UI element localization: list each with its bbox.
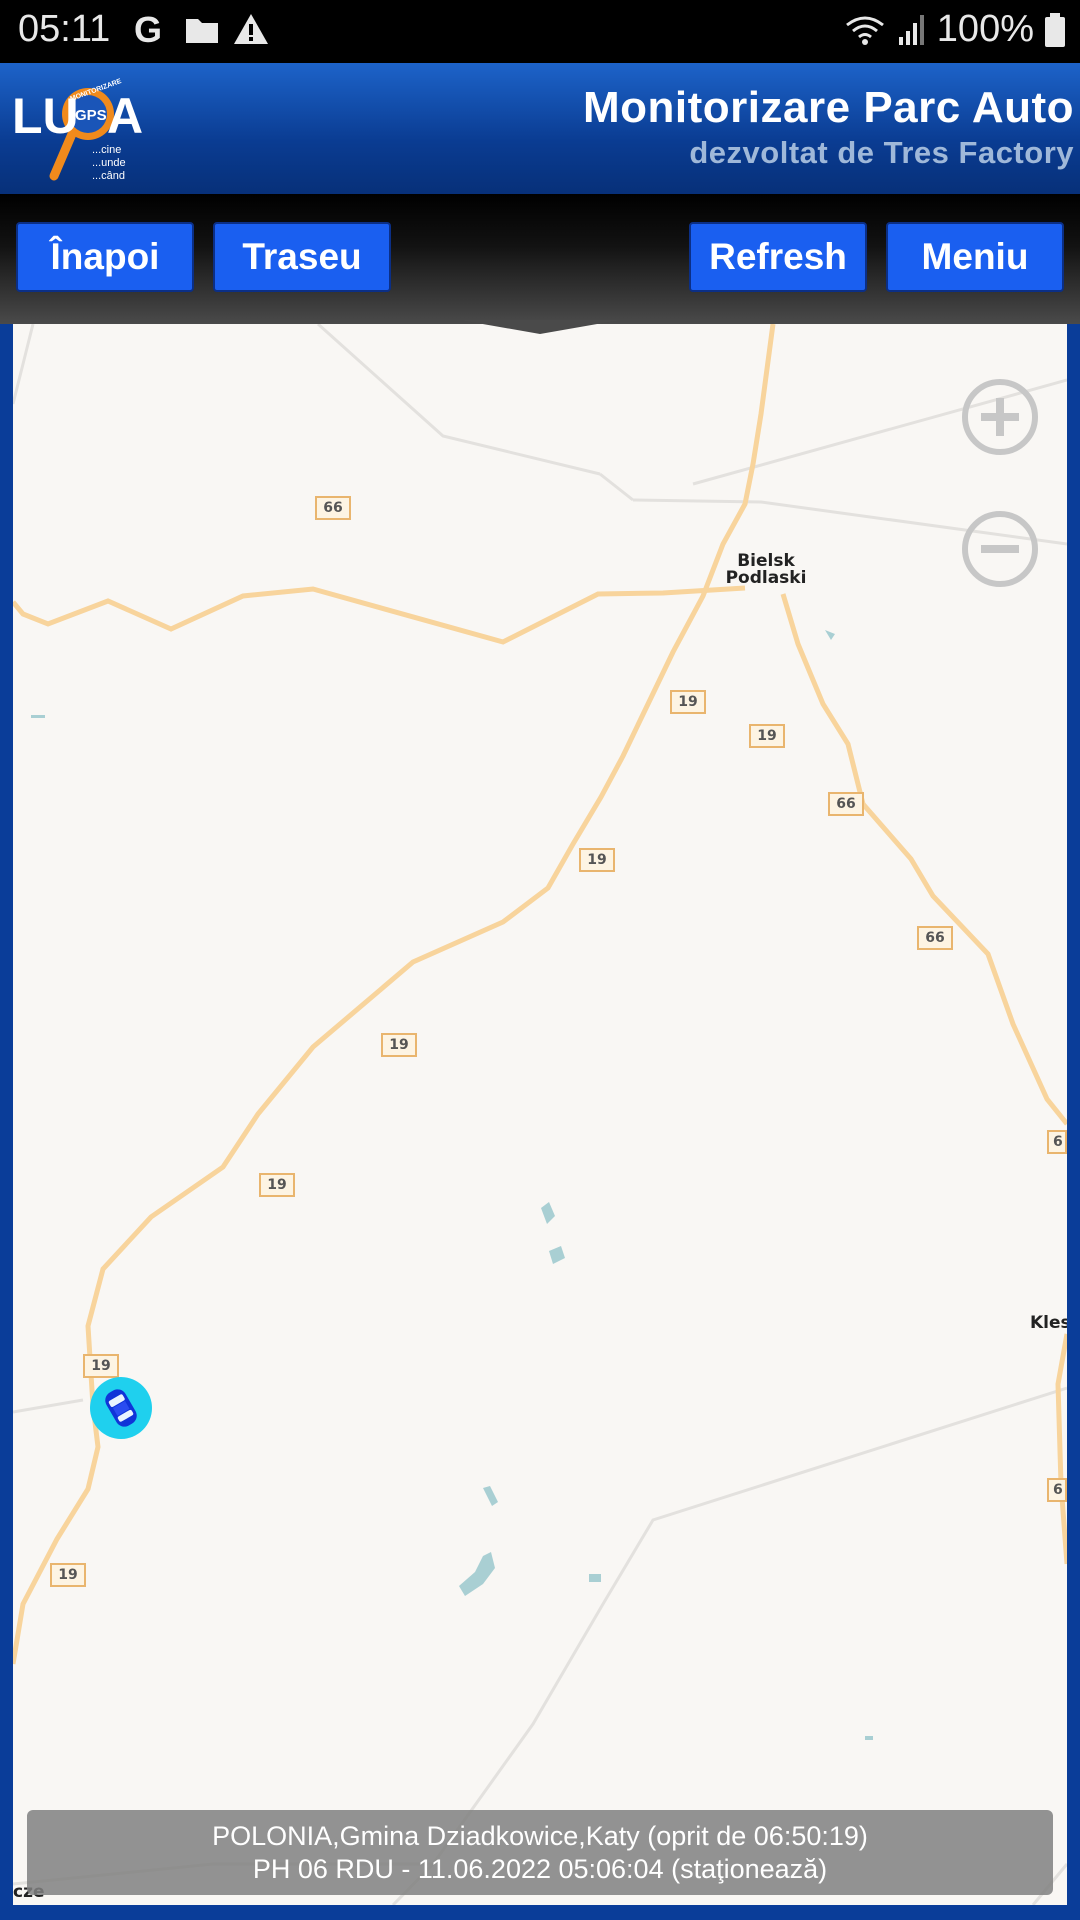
status-time: 05:11	[18, 8, 111, 50]
battery-icon	[1045, 12, 1065, 47]
car-icon[interactable]	[89, 1376, 153, 1440]
road-shield: 19	[749, 724, 785, 748]
lupa-gps-logo: LU A GPS MONITORIZARE ...cine ...unde ..…	[12, 78, 143, 182]
vehicle-info-panel: POLONIA,Gmina Dziadkowice,Katy (oprit de…	[27, 1810, 1053, 1895]
road-shield: 19	[50, 1563, 86, 1587]
route-button[interactable]: Traseu	[213, 222, 391, 292]
svg-text:...cine: ...cine	[92, 144, 121, 156]
zoom-out-button[interactable]	[961, 510, 1039, 588]
map-roads	[13, 324, 1067, 1905]
warning-icon	[234, 14, 268, 44]
toolbar: Înapoi Traseu Refresh Meniu	[0, 194, 1080, 324]
road-shield: 19	[579, 848, 615, 872]
map-view[interactable]: 19 19 19 19 19 19 19 66 66 66 6 6 Bielsk…	[13, 324, 1067, 1905]
svg-text:A: A	[107, 88, 143, 144]
svg-text:...unde: ...unde	[92, 157, 126, 169]
road-shield: 19	[83, 1354, 119, 1378]
city-label-bielsk-podlaski: Bielsk Podlaski	[725, 551, 807, 588]
road-shield: 6	[1047, 1130, 1067, 1154]
city-label-kles: Kles	[1030, 1313, 1067, 1333]
refresh-button[interactable]: Refresh	[689, 222, 867, 292]
road-shield: 6	[1047, 1478, 1067, 1502]
back-button[interactable]: Înapoi	[16, 222, 194, 292]
status-bar: 05:11 G 100%	[0, 0, 1080, 63]
menu-button[interactable]: Meniu	[886, 222, 1064, 292]
folder-icon	[186, 19, 218, 43]
toolbar-notch	[460, 320, 620, 334]
road-shield: 19	[670, 690, 706, 714]
road-shield: 66	[917, 926, 953, 950]
svg-text:GPS: GPS	[75, 107, 107, 124]
svg-text:G: G	[134, 10, 162, 50]
app-header: LU A GPS MONITORIZARE ...cine ...unde ..…	[0, 63, 1080, 194]
road-shield: 66	[315, 496, 351, 520]
road-shield: 19	[381, 1033, 417, 1057]
app-title: Monitorizare Parc Auto	[583, 83, 1074, 132]
svg-text:...când: ...când	[92, 170, 125, 182]
vehicle-status-text: PH 06 RDU - 11.06.2022 05:06:04 (staţion…	[252, 1854, 828, 1884]
road-shield: 66	[828, 792, 864, 816]
app-subtitle: dezvoltat de Tres Factory	[689, 135, 1074, 170]
google-icon: G	[134, 10, 162, 50]
signal-icon	[898, 14, 924, 45]
road-shield: 19	[259, 1173, 295, 1197]
zoom-in-button[interactable]	[961, 378, 1039, 456]
wifi-icon	[845, 16, 884, 45]
battery-level: 100%	[936, 8, 1034, 50]
vehicle-location-text: POLONIA,Gmina Dziadkowice,Katy (oprit de…	[212, 1821, 868, 1851]
